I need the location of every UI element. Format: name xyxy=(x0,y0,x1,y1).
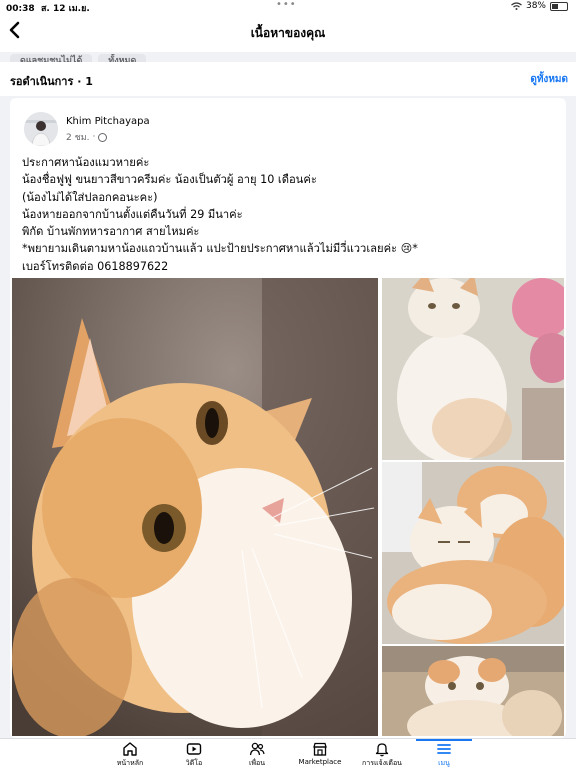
tab-notifications[interactable]: การแจ้งเตือน xyxy=(350,739,414,768)
tab-label: Marketplace xyxy=(298,758,342,766)
avatar[interactable] xyxy=(24,112,58,146)
post-photo-thumb[interactable] xyxy=(382,278,564,460)
post-line: ประกาศหาน้องแมวหายค่ะ xyxy=(22,156,150,169)
page-title: เนื้อหาของคุณ xyxy=(250,26,326,40)
post-author[interactable]: Khim Pitchayapa xyxy=(66,116,150,127)
tab-home[interactable]: หน้าหลัก xyxy=(98,739,162,768)
tab-menu[interactable]: เมนู xyxy=(412,739,476,768)
multitask-dots[interactable]: ••• xyxy=(276,0,297,10)
post-line: (น้องไม่ได้ใส่ปลอกคอนะคะ) xyxy=(22,190,158,204)
post-photo-thumb[interactable] xyxy=(382,646,564,736)
post-line: เบอร์โทรติดต่อ 0618897622 xyxy=(22,259,169,273)
post-card: Khim Pitchayapa 2 ชม. · ประกาศหาน้องแมวห… xyxy=(10,98,566,738)
post-line: น้องชื่อฟูฟู ขนยาวสีขาวครีมค่ะ น้องเป็นต… xyxy=(22,173,317,187)
cat-photo-main xyxy=(12,278,378,736)
cat-photo-thumb-2 xyxy=(382,462,564,644)
wifi-icon xyxy=(511,2,522,10)
tab-label: วิดีโอ xyxy=(185,759,203,767)
see-all-link[interactable]: ดูทั้งหมด xyxy=(530,72,568,87)
globe-icon xyxy=(98,132,108,142)
tab-label: เมนู xyxy=(438,759,450,767)
top-header: เนื้อหาของคุณ ดแลชุมชนไม่ได้ ทั้งหมด xyxy=(0,14,576,74)
post-line: *พยายามเดินตามหาน้องแถวบ้านแล้ว แปะป้ายป… xyxy=(22,242,418,256)
tab-label: เพื่อน xyxy=(249,759,265,767)
tab-friends[interactable]: เพื่อน xyxy=(225,739,289,768)
avatar-image xyxy=(24,112,58,146)
friends-icon xyxy=(249,742,265,756)
post-photo-main[interactable] xyxy=(12,278,378,736)
bottom-tab-bar: หน้าหลัก วิดีโอ เพื่อน Marketplace การแจ… xyxy=(0,738,576,768)
video-icon xyxy=(186,743,202,755)
battery-icon xyxy=(550,1,568,11)
pending-count: 1 xyxy=(85,75,93,88)
status-bar: 00:38 ส. 12 เม.ย. ••• 38% xyxy=(0,0,576,14)
bell-icon xyxy=(375,743,389,757)
battery-percent: 38% xyxy=(525,1,546,11)
tab-label: หน้าหลัก xyxy=(116,759,144,767)
post-line: พิกัด บ้านพักทหารอากาศ สายไหมค่ะ xyxy=(22,225,200,239)
post-time: 2 ชม. xyxy=(66,133,90,143)
cat-photo-thumb-3 xyxy=(382,646,564,736)
pending-section-header: รอดำเนินการ · 1 ดูทั้งหมด xyxy=(0,62,576,96)
cat-photo-thumb-1 xyxy=(382,278,564,460)
tab-video[interactable]: วิดีโอ xyxy=(162,739,226,768)
tab-marketplace[interactable]: Marketplace xyxy=(288,739,352,768)
menu-icon xyxy=(437,744,451,754)
tab-label: การแจ้งเตือน xyxy=(362,759,402,767)
home-icon xyxy=(123,742,137,756)
post-photo-thumb[interactable] xyxy=(382,462,564,644)
marketplace-icon xyxy=(313,742,327,756)
post-meta: 2 ชม. · xyxy=(66,130,108,144)
status-time: 00:38 ส. 12 เม.ย. xyxy=(6,4,90,14)
post-line: น้องหายออกจากบ้านตั้งแต่คืนวันที่ 29 มีน… xyxy=(22,207,243,221)
pending-label: รอดำเนินการ · 1 xyxy=(10,75,93,88)
status-right: 38% xyxy=(511,1,568,11)
post-text: ประกาศหาน้องแมวหายค่ะ น้องชื่อฟูฟู ขนยาว… xyxy=(22,154,558,275)
